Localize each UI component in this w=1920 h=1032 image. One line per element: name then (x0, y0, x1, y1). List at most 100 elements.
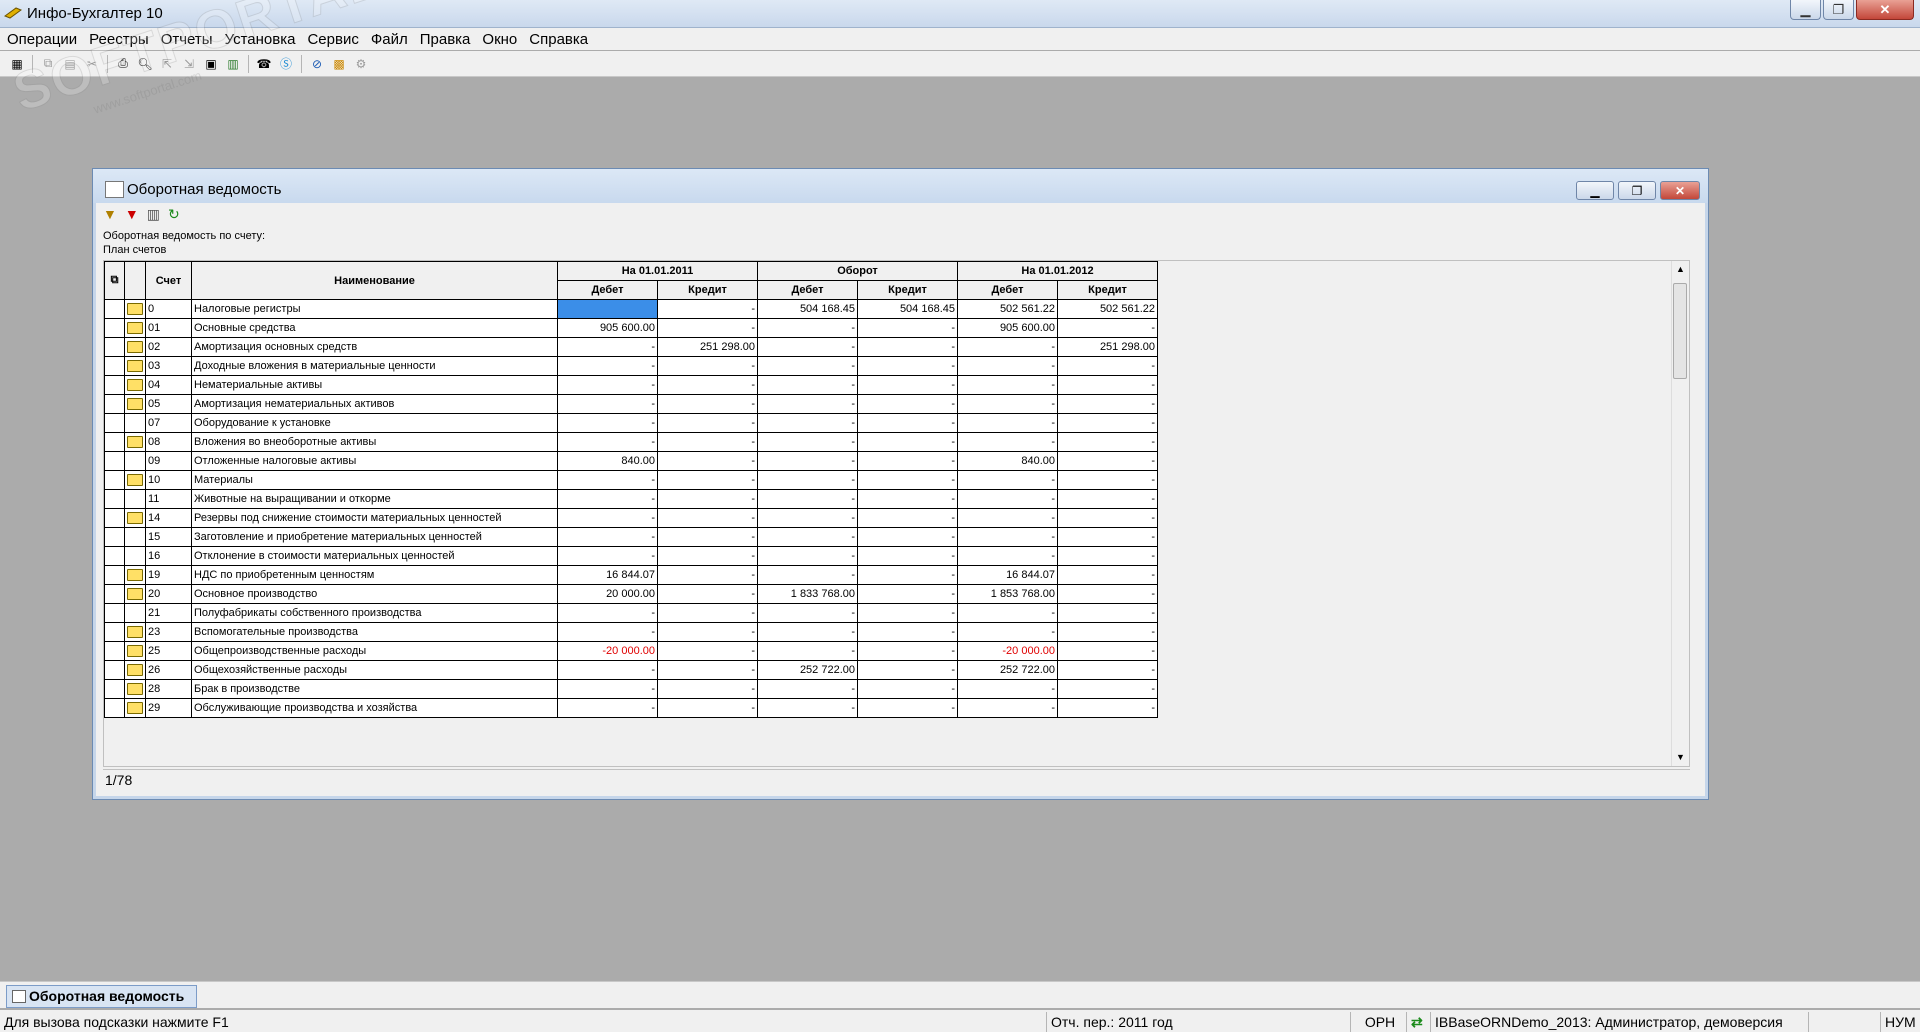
end-debit-cell[interactable]: - (957, 679, 1058, 699)
account-cell[interactable]: 08 (145, 432, 192, 452)
calendar-icon[interactable]: ▣ (203, 56, 219, 72)
turnover-debit-cell[interactable]: - (757, 698, 858, 718)
table-row[interactable]: 07 Оборудование к установке - - - - - - (104, 413, 1158, 433)
end-credit-cell[interactable]: - (1057, 356, 1158, 376)
account-name-cell[interactable]: Вложения во внеоборотные активы (191, 432, 558, 452)
start-debit-cell[interactable]: - (557, 394, 658, 414)
account-cell[interactable]: 23 (145, 622, 192, 642)
account-cell[interactable]: 07 (145, 413, 192, 433)
account-cell[interactable]: 05 (145, 394, 192, 414)
end-credit-cell[interactable]: - (1057, 318, 1158, 338)
account-cell[interactable]: 20 (145, 584, 192, 604)
account-cell[interactable]: 02 (145, 337, 192, 357)
scroll-up-arrow-icon[interactable]: ▲ (1672, 261, 1689, 278)
turnover-debit-cell[interactable]: - (757, 413, 858, 433)
turnover-credit-cell[interactable]: - (857, 375, 958, 395)
row-indicator[interactable] (104, 527, 125, 547)
end-debit-cell[interactable]: - (957, 527, 1058, 547)
end-credit-cell[interactable]: - (1057, 698, 1158, 718)
table-row[interactable]: 08 Вложения во внеоборотные активы - - - - - - (104, 432, 1158, 452)
end-credit-cell[interactable]: - (1057, 622, 1158, 642)
account-cell[interactable]: 14 (145, 508, 192, 528)
scroll-thumb[interactable] (1673, 283, 1687, 379)
turnover-credit-cell[interactable]: - (857, 394, 958, 414)
table-row[interactable]: 20 Основное производство 20 000.00-1 833 7… (104, 584, 1158, 604)
account-name-cell[interactable]: Общехозяйственные расходы (191, 660, 558, 680)
table-row[interactable]: 28 Брак в производстве - - - - - - (104, 679, 1158, 699)
row-indicator[interactable] (104, 660, 125, 680)
folder-icon[interactable] (124, 318, 146, 338)
end-credit-cell[interactable]: - (1057, 603, 1158, 623)
menu-window[interactable]: Окно (477, 31, 522, 48)
turnover-credit-header[interactable]: Кредит (857, 280, 958, 300)
folder-icon[interactable] (124, 299, 146, 319)
row-indicator[interactable] (104, 641, 125, 661)
account-name-cell[interactable]: Резервы под снижение стоимости материаль… (191, 508, 558, 528)
start-credit-cell[interactable]: - (657, 641, 758, 661)
turnover-debit-cell[interactable]: 252 722.00 (757, 660, 858, 680)
export-icon[interactable]: ⇱ (159, 56, 175, 72)
start-credit-cell[interactable]: - (657, 489, 758, 509)
grid-corner-icon[interactable]: ⧉ (104, 261, 125, 300)
end-debit-cell[interactable]: -20 000.00 (957, 641, 1058, 661)
account-name-cell[interactable]: НДС по приобретенным ценностям (191, 565, 558, 585)
row-indicator[interactable] (104, 432, 125, 452)
scroll-down-arrow-icon[interactable]: ▼ (1672, 749, 1689, 766)
end-debit-cell[interactable]: - (957, 546, 1058, 566)
window-tab-turnover[interactable]: Оборотная ведомость (6, 985, 198, 1008)
cut-icon[interactable]: ✂ (84, 56, 100, 72)
start-debit-cell[interactable]: -20 000.00 (557, 641, 658, 661)
turnover-credit-cell[interactable]: - (857, 546, 958, 566)
turnover-credit-cell[interactable]: - (857, 451, 958, 471)
end-debit-cell[interactable]: - (957, 375, 1058, 395)
folder-icon[interactable] (124, 565, 146, 585)
table-row[interactable]: 26 Общехозяйственные расходы - -252 722.00-… (104, 660, 1158, 680)
start-debit-cell[interactable]: - (557, 527, 658, 547)
end-credit-cell[interactable]: - (1057, 470, 1158, 490)
turnover-debit-cell[interactable]: - (757, 622, 858, 642)
start-credit-cell[interactable]: - (657, 527, 758, 547)
end-credit-cell[interactable]: - (1057, 413, 1158, 433)
account-name-cell[interactable]: Налоговые регистры (191, 299, 558, 319)
menu-file[interactable]: Файл (366, 31, 413, 48)
account-cell[interactable]: 0 (145, 299, 192, 319)
start-credit-cell[interactable]: - (657, 432, 758, 452)
turnover-debit-cell[interactable]: - (757, 375, 858, 395)
end-credit-cell[interactable]: 502 561.22 (1057, 299, 1158, 319)
menu-reports[interactable]: Отчеты (156, 31, 218, 48)
end-debit-cell[interactable]: 840.00 (957, 451, 1058, 471)
start-debit-cell[interactable]: - (557, 432, 658, 452)
start-debit-cell[interactable]: 16 844.07 (557, 565, 658, 585)
start-debit-cell[interactable]: - (557, 622, 658, 642)
folder-icon[interactable] (124, 508, 146, 528)
turnover-credit-cell[interactable]: - (857, 698, 958, 718)
turnover-credit-cell[interactable]: - (857, 641, 958, 661)
row-indicator[interactable] (104, 394, 125, 414)
end-debit-cell[interactable]: 16 844.07 (957, 565, 1058, 585)
turnover-credit-cell[interactable]: - (857, 432, 958, 452)
turnover-debit-cell[interactable]: - (757, 641, 858, 661)
filter-icon[interactable]: ▼ (103, 206, 117, 222)
account-name-cell[interactable]: Животные на выращивании и откорме (191, 489, 558, 509)
folder-icon[interactable] (124, 337, 146, 357)
table-row[interactable]: 14 Резервы под снижение стоимости материа… (104, 508, 1158, 528)
info-icon[interactable]: ▩ (331, 56, 347, 72)
turnover-credit-cell[interactable]: 504 168.45 (857, 299, 958, 319)
turnover-credit-cell[interactable]: - (857, 318, 958, 338)
skype-icon[interactable]: Ⓢ (278, 56, 294, 72)
turnover-debit-cell[interactable]: - (757, 546, 858, 566)
start-debit-cell[interactable] (557, 299, 658, 319)
folder-icon[interactable] (124, 470, 146, 490)
start-credit-cell[interactable]: 251 298.00 (657, 337, 758, 357)
turnover-debit-cell[interactable]: - (757, 470, 858, 490)
child-minimize-button[interactable]: ▁ (1576, 181, 1614, 200)
end-credit-cell[interactable]: - (1057, 641, 1158, 661)
table-row[interactable]: 25 Общепроизводственные расходы -20 000.00… (104, 641, 1158, 661)
table-row[interactable]: 15 Заготовление и приобретение материальн… (104, 527, 1158, 547)
end-debit-cell[interactable]: 252 722.00 (957, 660, 1058, 680)
account-cell[interactable]: 10 (145, 470, 192, 490)
start-debit-cell[interactable]: - (557, 337, 658, 357)
start-credit-cell[interactable]: - (657, 508, 758, 528)
account-cell[interactable]: 21 (145, 603, 192, 623)
start-credit-cell[interactable]: - (657, 318, 758, 338)
